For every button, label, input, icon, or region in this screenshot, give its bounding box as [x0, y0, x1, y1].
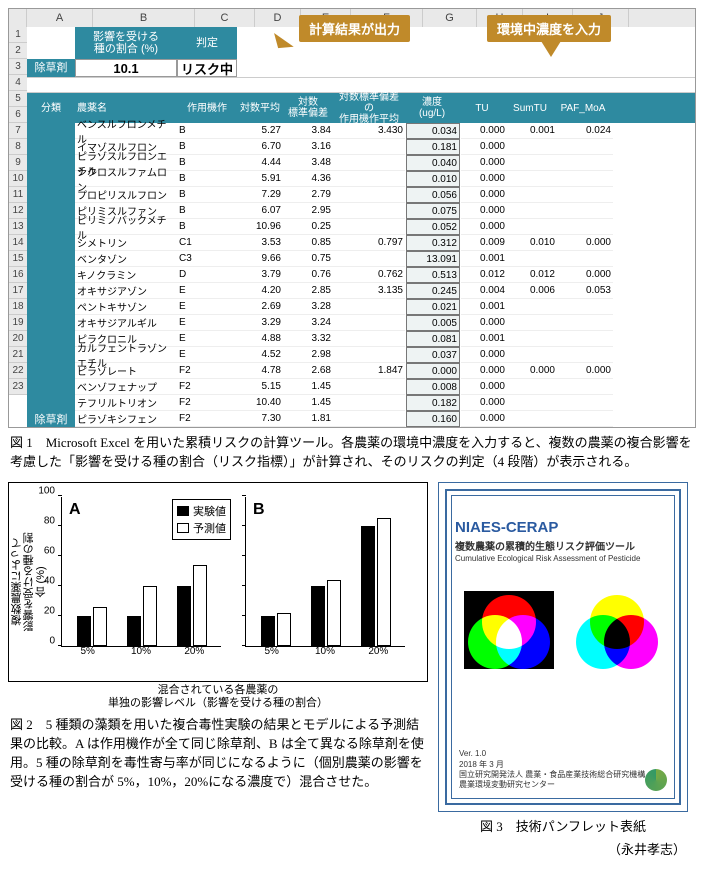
- author-credit: （永井孝志）: [440, 841, 686, 860]
- pamphlet-subtitle-en: Cumulative Ecological Risk Assessment of…: [455, 554, 671, 563]
- table-row: ベンスルフロンメチルB5.273.843.4300.0340.0000.0010…: [75, 123, 695, 139]
- category-label: 除草剤: [27, 59, 75, 77]
- bar-chart-panel: 複数農薬によって 影響を受ける種の割合 (%) 020406080100 A 実…: [8, 482, 428, 682]
- judgement-value: リスク中: [177, 59, 237, 77]
- chart-panel-b: B 5%10%20%: [239, 489, 423, 677]
- chart-panel-a: A 実験値 予測値 5%10%20%: [55, 489, 239, 677]
- table-row: テフリルトリオンF210.401.450.1820.000: [75, 395, 695, 411]
- table-row: シメトリンC13.530.850.7970.3120.0090.0100.000: [75, 235, 695, 251]
- table-row: ベンゾフェナップF25.151.450.0080.000: [75, 379, 695, 395]
- ratio-header: 影響を受ける 種の割合 (%): [75, 27, 177, 59]
- data-rows-container: ベンスルフロンメチルB5.273.843.4300.0340.0000.0010…: [75, 123, 695, 427]
- table-row: ピラゾキシフェンF27.301.810.1600.000: [75, 411, 695, 427]
- table-row: ピラゾレートF24.782.681.8470.0000.0000.0000.00…: [75, 363, 695, 379]
- pamphlet-footer: Ver. 1.0 2018 年 3 月 国立研究開発法人 農業・食品産業技術総合…: [459, 749, 645, 791]
- table-row: ペントキサゾンE2.693.280.0210.001: [75, 299, 695, 315]
- figure3-caption: 図 3 技術パンフレット表紙: [440, 818, 686, 837]
- table-row: オキサジアゾンE4.202.853.1350.2450.0040.0060.05…: [75, 283, 695, 299]
- table-row: ピリミノバックメチルB10.960.250.0520.000: [75, 219, 695, 235]
- pamphlet-subtitle-jp: 複数農薬の累積的生態リスク評価ツール: [455, 538, 671, 553]
- venn-cmy-icon: [572, 591, 662, 669]
- venn-rgb-icon: [464, 591, 554, 669]
- pamphlet-title: NIAES-CERAP: [455, 519, 671, 536]
- table-row: シクロスルファムロンB5.914.360.0100.000: [75, 171, 695, 187]
- callout-calc-output: 計算結果が出力: [299, 15, 410, 42]
- naro-logo-icon: [645, 769, 667, 791]
- table-row: オキサジアルギルE3.293.240.0050.000: [75, 315, 695, 331]
- pamphlet-cover: NIAES-CERAP 複数農薬の累積的生態リスク評価ツール Cumulativ…: [438, 482, 688, 812]
- figure1-caption: 図 1 Microsoft Excel を用いた累積リスクの計算ツール。各農薬の…: [10, 434, 695, 472]
- callout-conc-input: 環境中濃度を入力: [487, 15, 611, 42]
- figure2-caption: 図 2 5 種類の藻類を用いた複合毒性実験の結果とモデルによる予測結果の比較。A…: [10, 716, 426, 791]
- table-row: カルフェントラゾンエチルE4.522.980.0370.000: [75, 347, 695, 363]
- excel-screenshot: A B C D E F G H I J 12345678910111213141…: [8, 8, 696, 428]
- table-row: プロピリスルフロンB7.292.790.0560.000: [75, 187, 695, 203]
- x-axis-label: 混合されている各農薬の 単独の影響レベル（影響を受ける種の割合）: [8, 684, 428, 710]
- table-row: ベンタゾンC39.660.7513.0910.001: [75, 251, 695, 267]
- excel-row-numbers: 1234567891011121314151617181920212223: [9, 27, 27, 395]
- table-row: キノクラミンD3.790.760.7620.5130.0120.0120.000: [75, 267, 695, 283]
- venn-diagrams: [455, 591, 671, 669]
- judgement-header: 判定: [177, 27, 237, 59]
- y-axis-ticks: 020406080100: [37, 491, 55, 641]
- ratio-value: 10.1: [75, 59, 177, 77]
- side-category-label: 除草剤: [27, 123, 75, 427]
- summary-value-row: 除草剤 10.1 リスク中: [27, 59, 695, 77]
